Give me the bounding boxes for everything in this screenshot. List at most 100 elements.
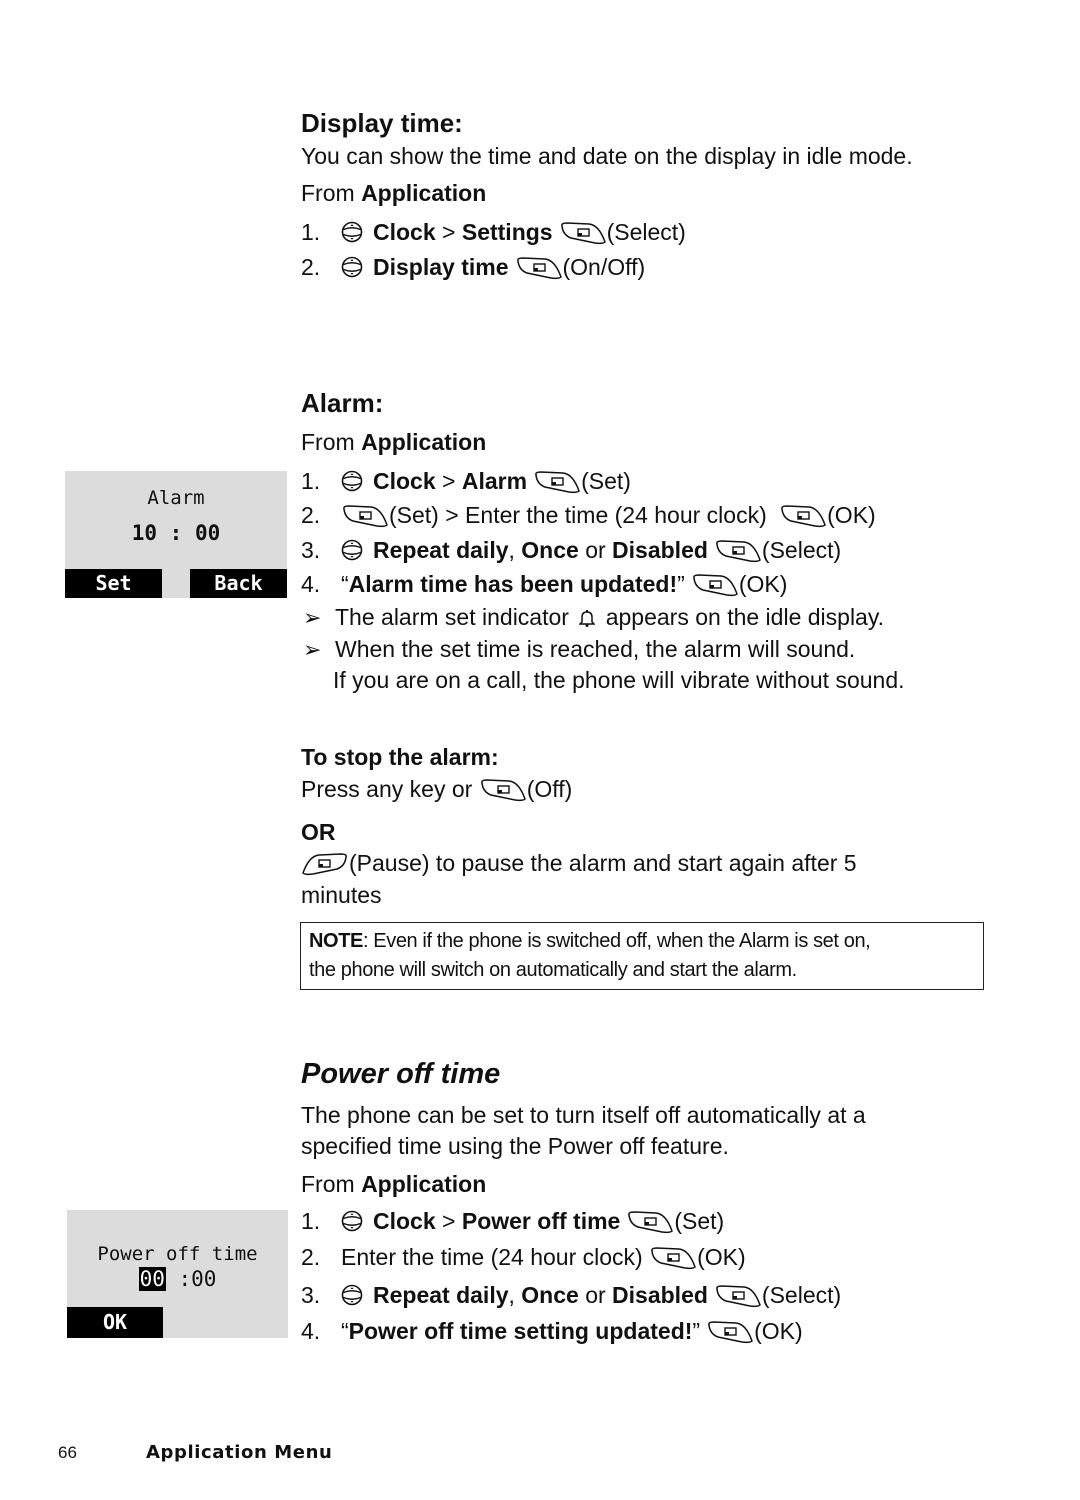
right-softkey-icon [626, 1210, 674, 1234]
key-action: (OK) [754, 1318, 803, 1344]
hours-field[interactable]: 00 [138, 1267, 166, 1291]
key-action: (OK) [738, 571, 788, 597]
note-text: When the set time is reached, the alarm … [335, 636, 856, 662]
alarm-note-2-cont: If you are on a call, the phone will vib… [333, 667, 905, 693]
screen-title: Power off time [97, 1243, 258, 1265]
power-off-phone-screen: Power off time 00 :00 OK [67, 1210, 288, 1338]
right-softkey-icon [649, 1246, 697, 1270]
separator: > [435, 1208, 462, 1234]
step-number: 2. [301, 502, 321, 528]
right-softkey-icon [691, 573, 739, 597]
alarm-step-3: 3. Repeat daily, Once or Disabled (Select) [301, 536, 841, 564]
key-action: (Select) [761, 537, 842, 563]
nav-key-icon [341, 221, 363, 243]
step-number: 1. [301, 219, 321, 245]
note-text: appears on the idle display. [599, 604, 885, 630]
option-repeat-daily: Repeat daily [373, 1282, 509, 1308]
alarm-step-2: 2. (Set) > Enter the time (24 hour clock)… [301, 501, 876, 529]
key-action: (Set) [389, 502, 439, 528]
key-action: (Set) [581, 468, 631, 494]
power-off-step-1: 1. Clock > Power off time (Set) [301, 1207, 724, 1235]
separator: , [508, 537, 522, 563]
power-off-heading: Power off time [301, 1058, 501, 1090]
display-time-intro: You can show the time and date on the di… [301, 143, 913, 169]
power-off-step-3: 3. Repeat daily, Once or Disabled (Select) [301, 1281, 841, 1309]
nav-key-icon [341, 1284, 363, 1306]
power-off-step-2: 2. Enter the time (24 hour clock) (OK) [301, 1243, 746, 1271]
alarm-step-1: 1. Clock > Alarm (Set) [301, 467, 631, 495]
stop-text: Press any key or [301, 776, 479, 802]
right-softkey-icon [533, 470, 581, 494]
from-menu: Application [361, 180, 487, 206]
display-time-from: From Application [301, 179, 486, 207]
option-disabled: Disabled [612, 1282, 708, 1308]
menu-item-clock: Clock [373, 1208, 436, 1234]
power-off-step-4: 4. “Power off time setting updated!” (OK) [301, 1317, 803, 1345]
menu-item-power-off-time: Power off time [461, 1208, 621, 1234]
menu-item-clock: Clock [373, 219, 436, 245]
bell-icon [579, 609, 595, 627]
bullet-arrow-icon: ➢ [303, 605, 322, 630]
note-text: The alarm set indicator [335, 604, 576, 630]
minutes-field: :00 [165, 1267, 217, 1291]
display-time-step-1: 1. Clock > Settings (Select) [301, 218, 686, 246]
note-text: : Even if the phone is switched off, whe… [362, 930, 871, 952]
key-action: (On/Off) [562, 254, 646, 280]
step-number: 4. [301, 1318, 321, 1344]
note-box: NOTE: Even if the phone is switched off,… [300, 922, 984, 990]
from-label: From [301, 1171, 362, 1197]
key-action: (Set) [674, 1208, 725, 1234]
from-menu: Application [361, 429, 487, 455]
confirmation-message: Alarm time has been updated! [348, 571, 678, 597]
key-action: (Select) [761, 1282, 842, 1308]
alarm-phone-screen: Alarm 10 : 00 Set Back [65, 471, 287, 598]
screen-title: Alarm [147, 487, 205, 509]
softkey-back[interactable]: Back [190, 569, 287, 598]
step-number: 2. [301, 254, 321, 280]
nav-key-icon [341, 470, 363, 492]
stop-alarm-heading: To stop the alarm: [301, 744, 499, 770]
key-action: (OK) [697, 1244, 746, 1270]
power-off-from: From Application [301, 1170, 486, 1198]
step-number: 3. [301, 537, 321, 563]
alarm-from: From Application [301, 428, 486, 456]
from-label: From [301, 429, 362, 455]
separator: or [578, 1282, 613, 1308]
separator: or [578, 537, 613, 563]
right-softkey-icon [559, 221, 607, 245]
power-off-intro-1: The phone can be set to turn itself off … [301, 1102, 866, 1128]
step-number: 3. [301, 1282, 321, 1308]
softkey-set[interactable]: Set [65, 569, 162, 598]
right-softkey-icon [515, 256, 563, 280]
softkey-ok[interactable]: OK [67, 1307, 163, 1338]
quote-close: ” [677, 571, 685, 597]
key-action: (OK) [827, 502, 876, 528]
step-text: Enter the time (24 hour clock) [341, 1244, 650, 1270]
step-number: 1. [301, 468, 321, 494]
note-line-1: NOTE: Even if the phone is switched off,… [309, 927, 975, 956]
alarm-step-4: 4. “Alarm time has been updated!” (OK) [301, 570, 787, 598]
separator: > [435, 219, 462, 245]
pause-text: (Pause) to pause the alarm and start aga… [349, 850, 857, 876]
alarm-note-2: ➢ When the set time is reached, the alarm… [303, 635, 855, 664]
left-softkey-icon [301, 852, 349, 876]
display-time-step-2: 2. Display time (On/Off) [301, 253, 645, 281]
option-once: Once [521, 1282, 579, 1308]
option-disabled: Disabled [612, 537, 708, 563]
quote-open: “ [341, 1318, 349, 1344]
step-text: > Enter the time (24 hour clock) [438, 502, 774, 528]
confirmation-message: Power off time setting updated! [348, 1318, 693, 1344]
right-softkey-icon [479, 778, 527, 802]
right-softkey-icon [714, 1284, 762, 1308]
step-number: 4. [301, 571, 321, 597]
quote-open: “ [341, 571, 349, 597]
page-number: 66 [58, 1443, 77, 1462]
key-action: (Off) [526, 776, 573, 802]
note-line-2: the phone will switch on automatically a… [309, 959, 797, 981]
menu-item-display-time: Display time [373, 254, 509, 280]
from-menu: Application [361, 1171, 487, 1197]
nav-key-icon [341, 1210, 363, 1232]
nav-key-icon [341, 256, 363, 278]
or-label: OR [301, 819, 336, 845]
menu-item-alarm: Alarm [461, 468, 528, 494]
